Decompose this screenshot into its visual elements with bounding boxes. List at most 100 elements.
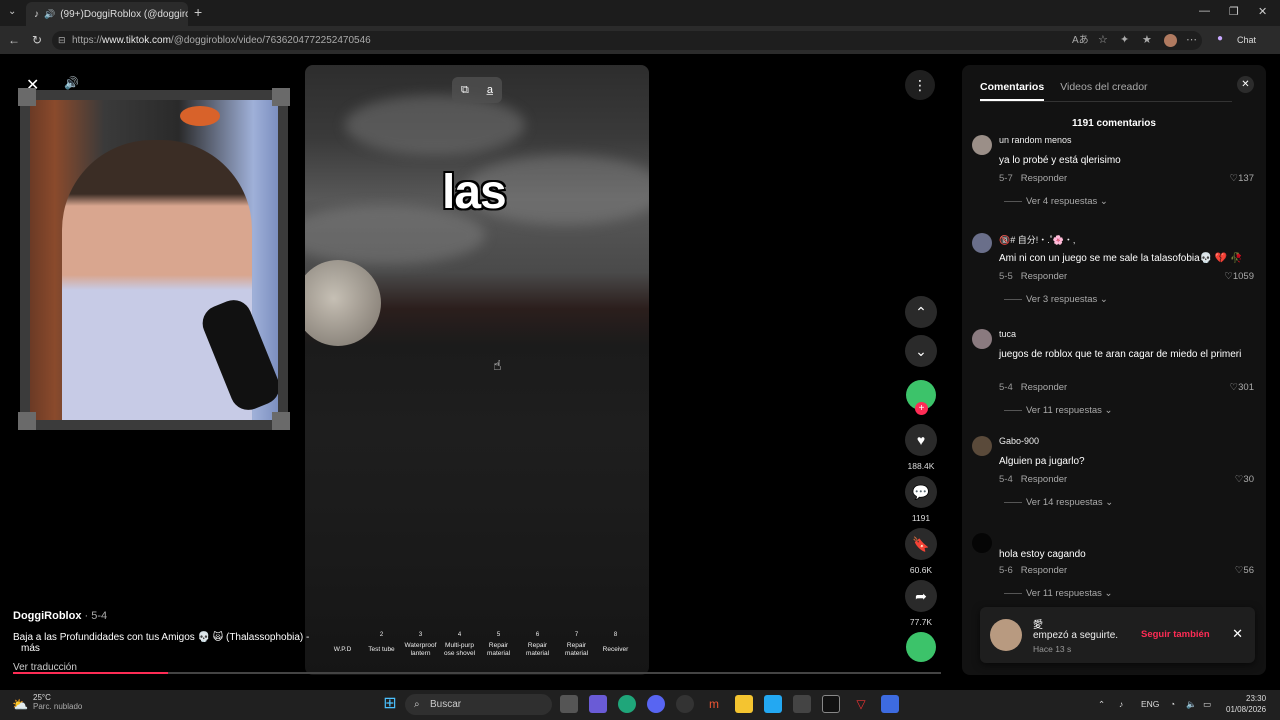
comment-text: ya lo probé y está qlerisimo <box>999 155 1121 166</box>
chat-icon[interactable]: ● <box>1217 33 1223 44</box>
favorite-icon[interactable]: ☆ <box>1098 31 1108 50</box>
commenter-name[interactable]: tuca <box>999 329 1016 339</box>
volume-icon[interactable]: 🔈 <box>1186 699 1197 710</box>
battery-icon[interactable]: ▭ <box>1203 699 1211 710</box>
app-icon[interactable]: ▽ <box>852 695 870 713</box>
taskbar-search[interactable]: ⌕ Buscar <box>405 694 552 715</box>
creator-avatar[interactable]: + <box>906 380 936 415</box>
commenter-name[interactable]: Gabo-900 <box>999 436 1039 446</box>
reply-button[interactable]: Responder <box>1021 382 1067 393</box>
comment-group: 💬 1191 <box>903 476 939 523</box>
extensions-icon[interactable]: ✦ <box>1120 31 1129 50</box>
options-button[interactable]: ⋮ <box>905 70 935 100</box>
profile-avatar[interactable] <box>1164 34 1177 47</box>
follower-avatar[interactable] <box>990 619 1022 651</box>
weather-widget[interactable]: ⛅ 25°C Parc. nublado <box>12 693 82 712</box>
commenter-avatar[interactable] <box>972 436 992 456</box>
minimize-button[interactable]: — <box>1199 5 1210 17</box>
close-icon[interactable]: ✕ <box>1232 626 1243 642</box>
clock[interactable]: 23:30 01/08/2026 <box>1226 693 1266 715</box>
maximize-button[interactable]: ❐ <box>1229 5 1239 18</box>
commenter-avatar[interactable] <box>972 329 992 349</box>
view-replies-button[interactable]: Ver 11 respuestas ⌄ <box>1004 588 1112 599</box>
app-icon[interactable]: m <box>705 695 723 713</box>
task-view-icon[interactable] <box>560 695 578 713</box>
tab-list-icon[interactable]: ⌄ <box>8 6 16 17</box>
commenter-avatar[interactable] <box>972 533 992 553</box>
view-replies-button[interactable]: Ver 11 respuestas ⌄ <box>1004 405 1112 416</box>
view-replies-button[interactable]: Ver 3 respuestas ⌄ <box>1004 294 1108 305</box>
chat-label[interactable]: Chat <box>1237 35 1256 45</box>
prev-video-button[interactable]: ⌃ <box>905 296 937 328</box>
more-icon[interactable]: ⋯ <box>1186 31 1197 50</box>
hotbar-slot: 2 Test tube <box>362 630 401 666</box>
reply-button[interactable]: Responder <box>1021 565 1067 576</box>
new-tab-button[interactable]: + <box>194 4 202 20</box>
app-icon[interactable] <box>676 695 694 713</box>
back-icon[interactable]: ← <box>8 33 20 47</box>
app-icon[interactable] <box>881 695 899 713</box>
next-video-button[interactable]: ⌄ <box>905 335 937 367</box>
favorites-bar-icon[interactable]: ★ <box>1142 31 1152 50</box>
video-player[interactable]: ⧉ a̲ las W.P.D 2 Test tube 3 Waterproof lant… <box>305 65 649 675</box>
panel-close-button[interactable]: ✕ <box>1237 76 1254 93</box>
windows-start-icon[interactable]: ⊞ <box>381 695 399 713</box>
video-progress-bar[interactable] <box>13 672 941 674</box>
comment-like-button[interactable]: ♡301 <box>1230 382 1254 393</box>
reply-button[interactable]: Responder <box>1021 173 1067 184</box>
browser-tab[interactable]: ♪ 🔊 (99+)DoggiRoblox (@doggiro × <box>26 2 188 26</box>
comments-count: 1191 comentarios <box>1072 118 1156 129</box>
translate-icon[interactable]: Aあ <box>1072 31 1089 50</box>
url-field[interactable]: https://www.tiktok.com/@doggiroblox/vide… <box>52 31 1202 50</box>
slot-label: Multi-purp ose shovel <box>443 642 476 657</box>
translate-caption-icon[interactable]: a̲ <box>487 84 493 96</box>
follow-plus-icon[interactable]: + <box>915 402 928 415</box>
commenter-name[interactable]: 🔞# 自分!・.˚🌸・, <box>999 233 1075 246</box>
commenter-name[interactable]: un random menos <box>999 135 1072 145</box>
edge-icon[interactable] <box>618 695 636 713</box>
game-hotbar: W.P.D 2 Test tube 3 Waterproof lantern 4 Multi… <box>323 630 635 666</box>
follow-back-button[interactable]: Seguir también <box>1141 629 1210 640</box>
view-replies-button[interactable]: Ver 4 respuestas ⌄ <box>1004 196 1108 207</box>
reply-button[interactable]: Responder <box>1021 474 1067 485</box>
webcam-overlay <box>20 90 288 430</box>
close-window-button[interactable]: ✕ <box>1258 5 1267 18</box>
app-icon[interactable] <box>793 695 811 713</box>
bookmark-icon[interactable]: 🔖 <box>905 528 937 560</box>
vscode-icon[interactable] <box>764 695 782 713</box>
comment-icon[interactable]: 💬 <box>905 476 937 508</box>
comment-like-button[interactable]: ♡30 <box>1235 474 1254 485</box>
copilot-icon[interactable] <box>589 695 607 713</box>
heart-icon[interactable]: ♥ <box>905 424 937 456</box>
volume-icon[interactable]: 🔊 <box>64 76 79 90</box>
comment-like-button[interactable]: ♡56 <box>1235 565 1254 576</box>
site-info-icon[interactable]: ⊟ <box>58 31 66 50</box>
mic-icon[interactable]: ♪ <box>1119 699 1123 709</box>
frame-corner <box>272 88 290 106</box>
capcut-icon[interactable] <box>822 695 840 713</box>
tray-chevron-icon[interactable]: ⌃ <box>1098 699 1105 710</box>
wifi-icon[interactable]: ◔ <box>1170 699 1175 709</box>
share-icon[interactable]: ➦ <box>905 580 937 612</box>
music-disc-icon[interactable] <box>906 632 936 662</box>
author-name[interactable]: DoggiRoblox <box>13 610 81 622</box>
comment-text: Ami ni con un juego se me sale la talaso… <box>999 253 1243 264</box>
discord-icon[interactable] <box>647 695 665 713</box>
comment-like-button[interactable]: ♡137 <box>1230 173 1254 184</box>
comment-meta: 5-7 Responder <box>999 173 1067 184</box>
reload-icon[interactable]: ↻ <box>32 33 42 47</box>
sound-avatar[interactable] <box>903 632 939 662</box>
tab-creator-videos[interactable]: Videos del creador <box>1060 81 1147 101</box>
tab-comments[interactable]: Comentarios <box>980 81 1045 101</box>
speaker-icon[interactable]: 🔊 <box>44 9 55 20</box>
reply-button[interactable]: Responder <box>1021 271 1067 282</box>
commenter-avatar[interactable] <box>972 135 992 155</box>
comment-like-button[interactable]: ♡1059 <box>1224 271 1254 282</box>
file-explorer-icon[interactable] <box>735 695 753 713</box>
author-avatar-rail[interactable]: + <box>903 380 939 415</box>
commenter-avatar[interactable] <box>972 233 992 253</box>
language-indicator[interactable]: ENG <box>1141 699 1159 709</box>
pip-icon[interactable]: ⧉ <box>461 84 469 97</box>
view-replies-button[interactable]: Ver 14 respuestas ⌄ <box>1004 497 1113 508</box>
more-link[interactable]: más <box>21 643 40 654</box>
